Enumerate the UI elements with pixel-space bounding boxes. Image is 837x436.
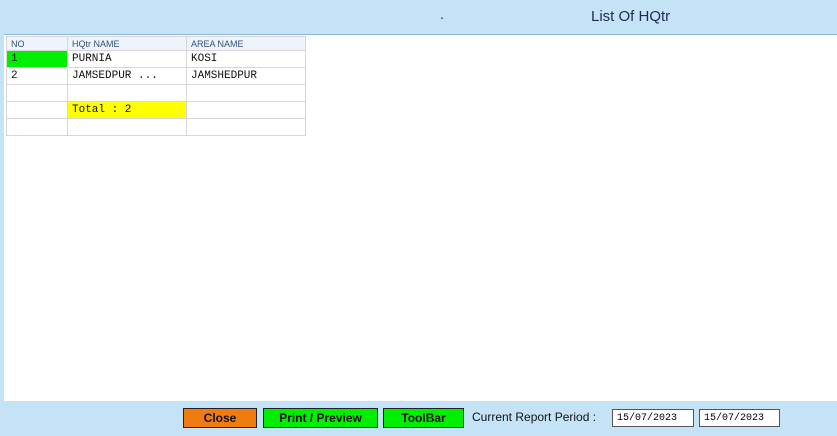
empty-cell (186, 101, 306, 119)
empty-cell (186, 84, 306, 102)
toolbar-button[interactable]: ToolBar (383, 408, 464, 428)
cell-no[interactable]: 1 (6, 50, 68, 68)
column-header-no[interactable]: NO (6, 36, 68, 51)
empty-row (6, 118, 306, 136)
empty-cell (67, 118, 187, 136)
total-row: Total : 2 (6, 101, 306, 119)
column-header-hqtr-name[interactable]: HQtr NAME (67, 36, 187, 51)
report-period-label: Current Report Period : (472, 410, 597, 424)
empty-row (6, 84, 306, 102)
cell-hqtr-name[interactable]: JAMSEDPUR ... (67, 67, 187, 85)
report-panel: NO HQtr NAME AREA NAME 1 PURNIA KOSI 2 J… (4, 34, 837, 401)
title-bar: . List Of HQtr (0, 0, 837, 34)
date-from-field[interactable]: 15/07/2023 (612, 409, 694, 427)
empty-cell (186, 118, 306, 136)
print-preview-button[interactable]: Print / Preview (263, 408, 378, 428)
empty-cell (67, 84, 187, 102)
hqtr-table: NO HQtr NAME AREA NAME 1 PURNIA KOSI 2 J… (6, 36, 306, 136)
empty-cell (6, 84, 68, 102)
cell-no[interactable]: 2 (6, 67, 68, 85)
table-row[interactable]: 2 JAMSEDPUR ... JAMSHEDPUR (6, 67, 306, 85)
column-header-area-name[interactable]: AREA NAME (186, 36, 306, 51)
empty-cell (6, 118, 68, 136)
date-to-field[interactable]: 15/07/2023 (699, 409, 780, 427)
footer-bar: Close Print / Preview ToolBar Current Re… (0, 400, 837, 436)
table-row[interactable]: 1 PURNIA KOSI (6, 50, 306, 68)
total-cell: Total : 2 (67, 101, 187, 119)
close-button[interactable]: Close (183, 408, 257, 428)
page-title: List Of HQtr (591, 8, 671, 25)
cell-area-name[interactable]: KOSI (186, 50, 306, 68)
cell-area-name[interactable]: JAMSHEDPUR (186, 67, 306, 85)
title-dot: . (440, 6, 444, 22)
empty-cell (6, 101, 68, 119)
table-header-row: NO HQtr NAME AREA NAME (6, 36, 306, 51)
cell-hqtr-name[interactable]: PURNIA (67, 50, 187, 68)
